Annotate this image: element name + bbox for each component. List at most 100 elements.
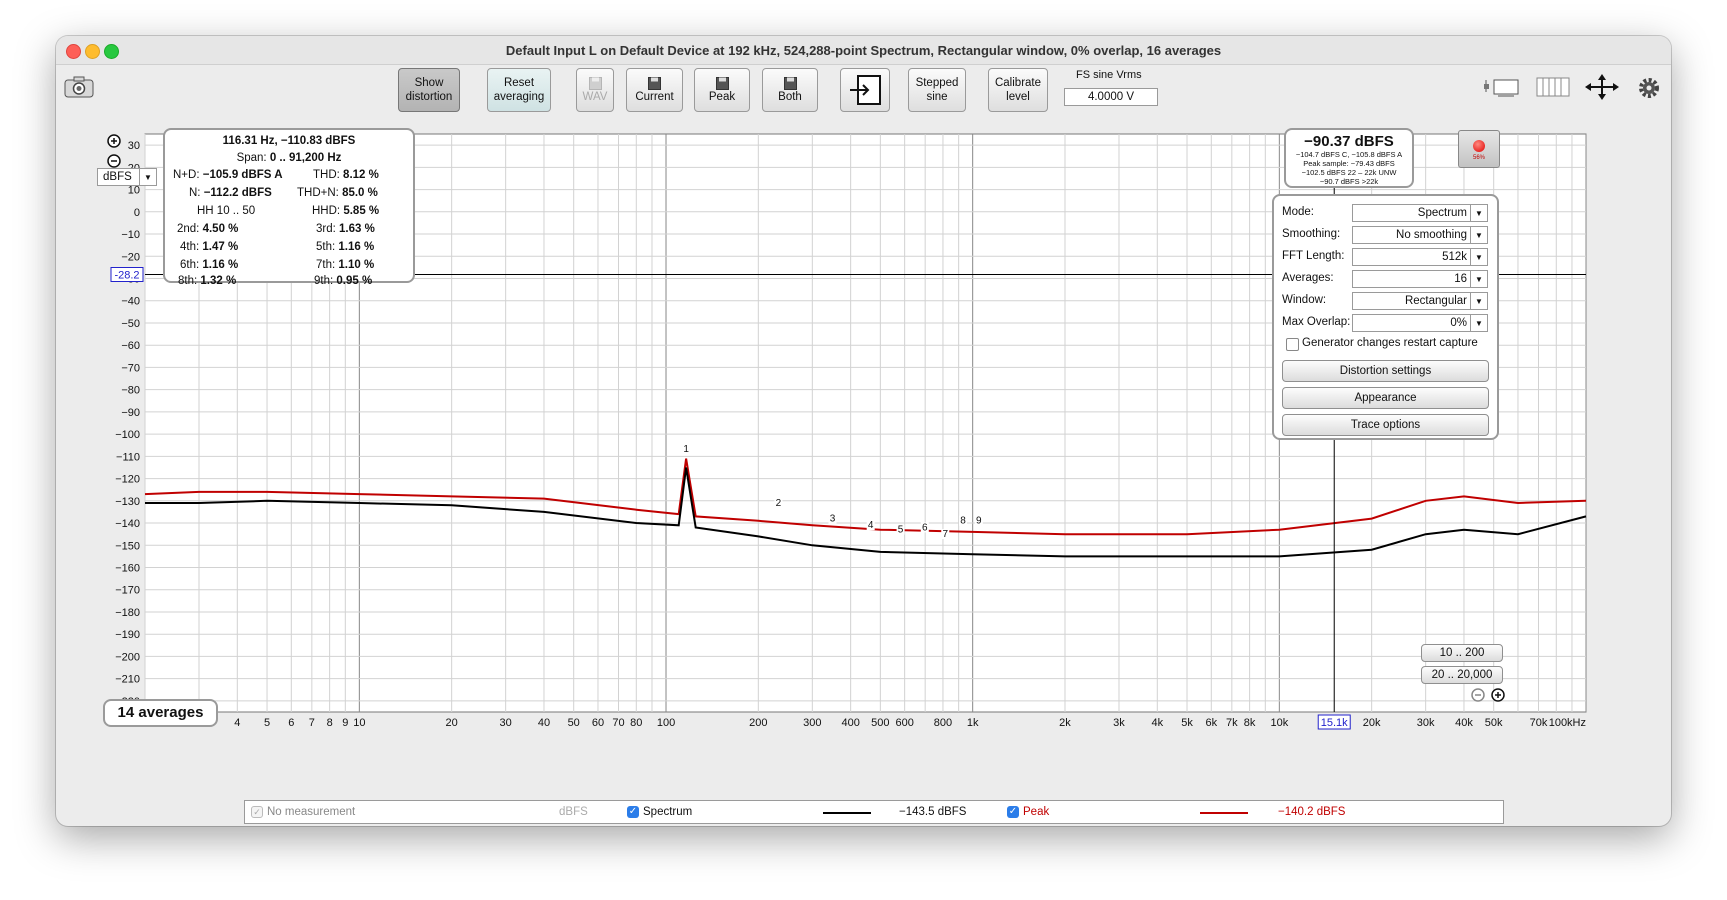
x-tick-label: 100kHz [1549,717,1586,729]
smoothing-select[interactable]: No smoothing ▼ [1352,226,1488,244]
thd-label: THD: [313,169,340,181]
y-tick-label: −180 [115,607,140,619]
x-tick-label: 600 [895,717,913,729]
save-peak-button[interactable]: Peak [694,68,750,112]
camera-icon[interactable] [64,76,94,98]
reset-averaging-line2: averaging [493,91,545,103]
x-tick-label: 80 [630,717,642,729]
save-both-button[interactable]: Both [762,68,818,112]
settings-panel: Mode: Spectrum ▼ Smoothing: No smoothing ▼… [1272,194,1499,440]
x-tick-label: 20k [1363,717,1381,729]
window-value: Rectangular [1404,295,1467,307]
harmonic-value: 1.63 % [339,223,375,235]
peak-legend-value: −140.2 dBFS [1278,806,1346,818]
n-value: −112.2 dBFS [203,187,272,199]
spectrum-checkbox[interactable]: ✓ [627,806,639,818]
chevron-down-icon: ▼ [1470,293,1487,309]
n-label: N: [189,187,201,199]
show-distortion-line1: Show [414,77,444,89]
harmonic-5: 5th: 1.16 % [316,241,374,253]
x-tick-label: 100 [657,717,675,729]
zoom-10-200-button[interactable]: 10 .. 200 [1421,644,1503,662]
harmonic-9: 9th: 0.95 % [314,275,372,287]
harmonic-label: 3rd: [316,223,336,235]
record-button[interactable]: 56% [1458,130,1500,168]
chevron-down-icon: ▼ [1470,271,1487,287]
harmonic-marker: 2 [774,497,783,509]
level-panel: −90.37 dBFS −104.7 dBFS C, −105.8 dBFS A… [1284,128,1414,188]
appearance-button[interactable]: Appearance [1282,387,1489,409]
record-percent: 56% [1472,155,1485,161]
harmonic-marker-label: 1 [683,444,689,455]
hh-label: HH 10 .. 50 [197,205,256,217]
zoom-in-icon[interactable] [1491,688,1505,702]
fft-length-select[interactable]: 512k ▼ [1352,248,1488,266]
floppy-icon [588,76,602,90]
reset-averaging-button[interactable]: Reset averaging [487,68,551,112]
y-tick-label: −210 [115,674,140,686]
calibrate-level-button[interactable]: Calibrate level [988,68,1048,112]
distortion-settings-button[interactable]: Distortion settings [1282,360,1489,382]
y-unit-select[interactable]: dBFS ▼ [97,168,157,186]
y-tick-label: −90 [121,407,140,419]
show-distortion-button[interactable]: Show distortion [398,68,460,112]
nd-label: N+D: [173,169,200,181]
nd-value: −105.9 dBFS A [202,169,283,181]
save-current-button[interactable]: Current [626,68,683,112]
no-measurement-checkbox[interactable]: ✓ [251,806,263,818]
x-tick-label: 7 [309,717,315,729]
averages-label: Averages: [1282,272,1334,284]
x-tick-label: 6k [1205,717,1217,729]
harmonic-label: 8th: [178,275,198,287]
harmonic-marker-label: 7 [942,529,948,540]
harmonic-marker-label: 6 [922,522,928,533]
x-tick-label: 5k [1181,717,1193,729]
harmonic-value: 1.47 % [202,241,239,253]
averages-select[interactable]: 16 ▼ [1352,270,1488,288]
max-overlap-select[interactable]: 0% ▼ [1352,314,1488,332]
x-tick-label: 60 [592,717,604,729]
gear-icon[interactable] [1638,77,1660,99]
y-tick-label: −20 [121,251,140,263]
harmonic-marker: 7 [941,529,950,540]
calibrate-level-line2: level [1006,91,1030,103]
reset-averaging-line1: Reset [503,77,535,89]
window-select[interactable]: Rectangular ▼ [1352,292,1488,310]
harmonic-marker: 4 [866,520,875,531]
import-button[interactable] [840,68,890,112]
harmonic-marker: 1 [682,444,691,455]
harmonic-value: 0.95 % [336,275,373,287]
x-tick-label: 400 [841,717,859,729]
zoom-20-20000-button[interactable]: 20 .. 20,000 [1421,666,1503,684]
harmonic-marker-label: 4 [868,520,874,531]
x-tick-label: 9 [342,717,348,729]
harmonic-marker: 3 [828,513,837,524]
peak-checkbox[interactable]: ✓ [1007,806,1019,818]
move-arrows-icon[interactable] [1584,74,1620,100]
columns-icon[interactable] [1536,76,1570,98]
harmonic-marker: 8 [959,515,968,527]
x-tick-label: 40k [1455,717,1473,729]
harmonic-marker: 5 [896,524,905,536]
zoom-out-icon[interactable] [1471,688,1485,702]
mode-select[interactable]: Spectrum ▼ [1352,204,1488,222]
chevron-down-icon: ▼ [1470,315,1487,331]
fs-sine-input[interactable]: 4.0000 V [1064,88,1158,106]
wav-button[interactable]: WAV [576,68,614,112]
level-line: Peak sample: −79.43 dBFS [1303,159,1395,168]
cursor-level-label: -28.2 [114,269,139,281]
floppy-icon [715,76,729,90]
trace-options-button[interactable]: Trace options [1282,414,1489,436]
y-tick-label: 10 [128,185,140,197]
zoom-out-icon[interactable] [107,154,121,168]
chevron-down-icon: ▼ [1470,249,1487,265]
harmonic-value: 1.16 % [338,241,375,253]
averages-badge: 14 averages [103,699,218,727]
peak-legend-line [1200,812,1248,814]
zoom-in-icon[interactable] [107,134,121,148]
generator-restart-checkbox[interactable] [1286,338,1299,351]
stepped-sine-button[interactable]: Stepped sine [908,68,966,112]
harmonic-7: 7th: 1.10 % [316,259,374,271]
harmonic-marker: 9 [974,515,983,527]
trace-layout-icon[interactable] [1484,76,1522,98]
